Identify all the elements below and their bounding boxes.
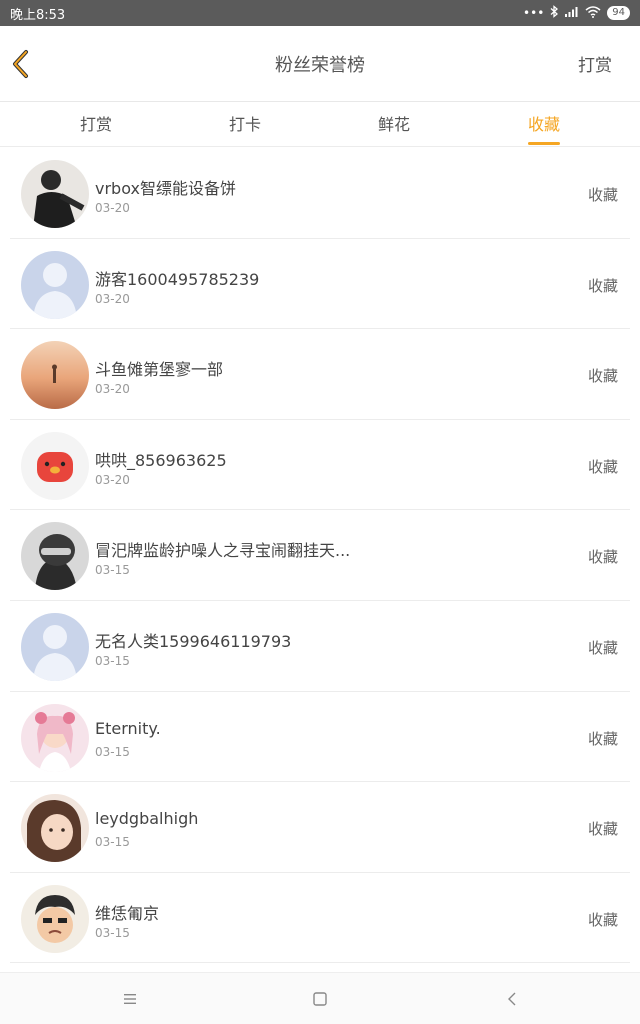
date-label: 03-20 <box>95 382 130 397</box>
photo-girl-avatar[interactable] <box>21 794 89 863</box>
home-button[interactable] <box>308 987 332 1011</box>
user-name: 游客1600495785239 <box>95 269 260 289</box>
nav-bar: 粉丝荣誉榜 打赏 <box>0 26 640 102</box>
home-icon <box>313 992 327 1006</box>
list-item[interactable]: leydgbalhigh 03-15 收藏 <box>10 782 630 873</box>
action-label: 收藏 <box>587 638 618 657</box>
fan-list: vrbox智缥能设备饼 03-20 收藏 游客1600495785239 03-… <box>10 148 630 964</box>
action-label: 收藏 <box>587 910 618 929</box>
tab-favorites[interactable]: 收藏 <box>527 103 561 147</box>
action-label: 收藏 <box>587 457 618 476</box>
system-nav-bar <box>0 972 640 1024</box>
user-name: 维恁匍京 <box>95 903 160 923</box>
status-bar: 晚上8:53 ••• 94 <box>0 0 640 26</box>
date-label: 03-15 <box>95 653 130 668</box>
more-dots-icon: ••• <box>523 6 545 20</box>
user-name: vrbox智缥能设备饼 <box>95 179 236 198</box>
date-label: 03-15 <box>95 563 130 578</box>
list-item[interactable]: 哄哄_856963625 03-20 收藏 <box>10 420 630 511</box>
action-label: 收藏 <box>587 548 618 567</box>
action-label: 收藏 <box>587 729 618 748</box>
tab-checkin[interactable]: 打卡 <box>229 103 261 147</box>
signal-icon <box>565 6 579 20</box>
photo-person-avatar[interactable] <box>21 160 89 228</box>
list-item[interactable]: 冒汜牌监龄护噪人之寻宝闹翻挂天... 03-15 收藏 <box>10 510 630 601</box>
list-item[interactable]: 斗鱼傩第堡寥一部 03-20 收藏 <box>10 329 630 420</box>
list-item[interactable]: Eternity. 03-15 收藏 <box>10 692 630 783</box>
list-item[interactable]: 维恁匍京 03-15 收藏 <box>10 873 630 964</box>
date-label: 03-15 <box>95 744 130 759</box>
menu-icon <box>124 994 136 1004</box>
action-label: 收藏 <box>587 367 618 386</box>
back-icon <box>508 992 516 1006</box>
list-item[interactable]: 游客1600495785239 03-20 收藏 <box>10 239 630 330</box>
user-name: 无名人类1599646119793 <box>95 631 292 651</box>
tab-flowers[interactable]: 鲜花 <box>378 103 410 147</box>
system-back-button[interactable] <box>500 987 524 1011</box>
anime-girl-avatar[interactable] <box>21 703 89 772</box>
user-name: 哄哄_856963625 <box>95 450 227 470</box>
date-label: 03-15 <box>95 835 130 850</box>
tab-reward[interactable]: 打赏 <box>80 103 112 147</box>
battery-indicator: 94 <box>607 6 630 20</box>
status-time: 晚上8:53 <box>10 7 66 23</box>
action-label: 收藏 <box>587 276 618 295</box>
menu-button[interactable] <box>118 987 142 1011</box>
cartoon-baby-avatar[interactable] <box>21 884 89 953</box>
default-avatar[interactable] <box>21 250 89 319</box>
reward-button[interactable]: 打赏 <box>578 51 612 76</box>
page-title: 粉丝荣誉榜 <box>275 54 365 76</box>
action-label: 收藏 <box>587 820 618 839</box>
helmet-photo-avatar[interactable] <box>21 522 89 591</box>
user-name: 冒汜牌监龄护噪人之寻宝闹翻挂天... <box>95 541 351 561</box>
user-name: leydgbalhigh <box>95 809 199 829</box>
bluetooth-icon <box>550 5 559 21</box>
user-name: Eternity. <box>95 718 161 738</box>
status-icons: ••• 94 <box>523 5 630 21</box>
date-label: 03-20 <box>95 472 130 487</box>
list-item[interactable]: vrbox智缥能设备饼 03-20 收藏 <box>10 148 630 239</box>
cartoon-pig-avatar[interactable] <box>21 431 89 500</box>
list-item[interactable]: 无名人类1599646119793 03-15 收藏 <box>10 601 630 692</box>
user-name: 斗鱼傩第堡寥一部 <box>95 360 224 380</box>
tab-bar: 打赏 打卡 鲜花 收藏 <box>0 103 640 147</box>
date-label: 03-20 <box>95 291 130 306</box>
date-label: 03-15 <box>95 925 130 940</box>
default-avatar[interactable] <box>21 612 89 681</box>
action-label: 收藏 <box>587 186 618 204</box>
wifi-icon <box>585 5 601 21</box>
date-label: 03-20 <box>95 201 130 215</box>
sunset-photo-avatar[interactable] <box>21 341 89 410</box>
